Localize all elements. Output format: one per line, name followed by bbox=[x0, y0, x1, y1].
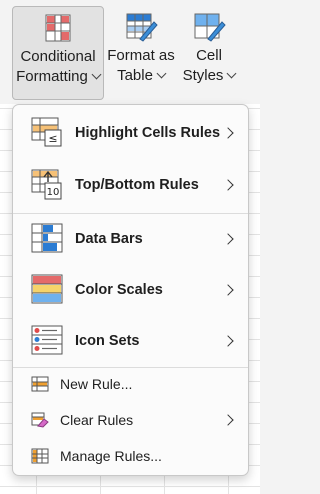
chevron-down-icon bbox=[226, 68, 237, 79]
chevron-right-icon bbox=[222, 335, 234, 347]
manage-rules-icon bbox=[31, 448, 49, 464]
new-rule-label: New Rule... bbox=[60, 376, 133, 392]
menu-item-new-rule[interactable]: New Rule... bbox=[17, 369, 244, 399]
icon-sets-label: Icon Sets bbox=[75, 333, 140, 349]
chevron-down-icon bbox=[91, 69, 102, 80]
chevron-right-icon bbox=[222, 179, 234, 191]
cell-styles-label-1: Cell bbox=[196, 47, 222, 64]
cell-styles-icon bbox=[194, 13, 226, 42]
new-rule-icon bbox=[31, 376, 49, 392]
menu-item-color-scales[interactable]: Color Scales bbox=[17, 266, 244, 314]
data-bars-icon bbox=[31, 223, 63, 253]
cell-styles-button[interactable]: Cell Styles bbox=[178, 6, 240, 98]
format-as-table-label-1: Format as bbox=[107, 47, 175, 64]
manage-rules-label: Manage Rules... bbox=[60, 448, 162, 464]
chevron-right-icon bbox=[222, 127, 234, 139]
cell-styles-label-row: Styles bbox=[178, 66, 240, 86]
format-as-table-label-2: Table bbox=[117, 67, 153, 84]
conditional-formatting-menu: ≤ Highlight Cells Rules 10 Top/Bottom Ru… bbox=[12, 104, 249, 476]
format-as-table-button[interactable]: Format as Table bbox=[106, 6, 176, 98]
chevron-down-icon bbox=[156, 68, 167, 79]
svg-text:≤: ≤ bbox=[48, 132, 57, 145]
color-scales-icon bbox=[31, 274, 63, 304]
top-bottom-icon: 10 bbox=[31, 169, 62, 200]
ribbon: Conditional Formatting Format as Table C… bbox=[0, 0, 260, 104]
conditional-formatting-label-1: Conditional bbox=[20, 48, 96, 65]
top-bottom-rules-label: Top/Bottom Rules bbox=[75, 177, 199, 193]
menu-item-top-bottom-rules[interactable]: 10 Top/Bottom Rules bbox=[17, 161, 244, 209]
chevron-right-icon bbox=[222, 233, 234, 245]
conditional-formatting-button[interactable]: Conditional Formatting bbox=[12, 6, 104, 100]
chevron-right-icon bbox=[222, 414, 234, 426]
cell-styles-label-2: Styles bbox=[182, 67, 224, 84]
menu-item-icon-sets[interactable]: Icon Sets bbox=[17, 317, 244, 365]
data-bars-label: Data Bars bbox=[75, 231, 143, 247]
menu-item-data-bars[interactable]: Data Bars bbox=[17, 215, 244, 263]
chevron-right-icon bbox=[222, 284, 234, 296]
menu-separator bbox=[13, 213, 248, 214]
menu-item-manage-rules[interactable]: Manage Rules... bbox=[17, 441, 244, 471]
highlight-cells-icon: ≤ bbox=[31, 117, 62, 147]
clear-rules-label: Clear Rules bbox=[60, 412, 134, 428]
menu-separator bbox=[13, 367, 248, 368]
clear-rules-icon bbox=[31, 412, 49, 428]
format-as-table-icon bbox=[126, 13, 158, 42]
color-scales-label: Color Scales bbox=[75, 282, 163, 298]
conditional-formatting-label-2: Formatting bbox=[16, 68, 88, 85]
format-as-table-label-row: Table bbox=[106, 66, 176, 86]
conditional-formatting-label-row: Formatting bbox=[13, 67, 103, 87]
icon-sets-icon bbox=[31, 325, 63, 355]
conditional-formatting-icon bbox=[45, 14, 71, 42]
highlight-cells-rules-label: Highlight Cells Rules bbox=[75, 125, 221, 141]
svg-text:10: 10 bbox=[47, 187, 60, 198]
menu-item-highlight-cells-rules[interactable]: ≤ Highlight Cells Rules bbox=[17, 109, 244, 157]
menu-item-clear-rules[interactable]: Clear Rules bbox=[17, 405, 244, 435]
